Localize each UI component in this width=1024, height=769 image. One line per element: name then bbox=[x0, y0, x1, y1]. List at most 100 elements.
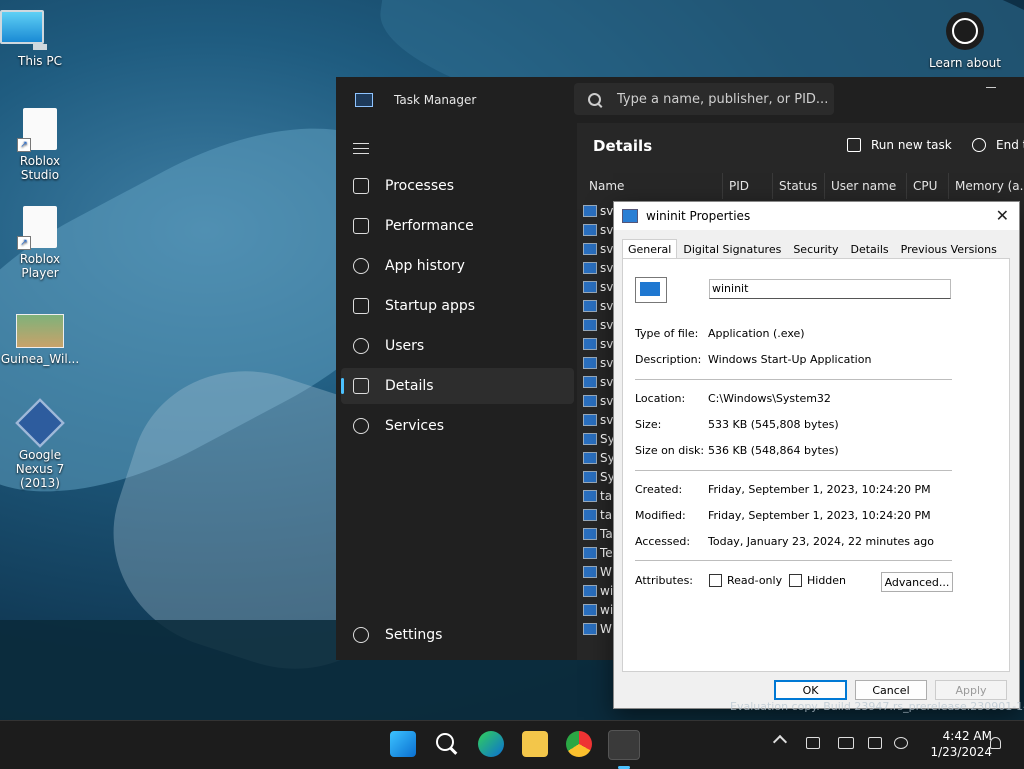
network-icon[interactable] bbox=[868, 737, 882, 749]
desktop-icon-roblox-studio[interactable]: ↗ Roblox Studio bbox=[0, 108, 80, 182]
type-value: Application (.exe) bbox=[708, 327, 805, 340]
process-name: sv bbox=[600, 279, 614, 294]
tab-security[interactable]: Security bbox=[787, 239, 844, 259]
process-icon bbox=[583, 622, 597, 635]
hidden-checkbox[interactable]: Hidden bbox=[789, 574, 846, 587]
tab-general[interactable]: General bbox=[622, 239, 678, 259]
process-icon bbox=[583, 527, 597, 540]
process-icon bbox=[583, 261, 597, 274]
end-task-label: End t bbox=[996, 138, 1024, 152]
volume-icon[interactable] bbox=[894, 737, 908, 749]
process-icon bbox=[583, 356, 597, 369]
process-icon bbox=[583, 584, 597, 597]
process-name: W bbox=[600, 564, 612, 579]
modified-value: Friday, September 1, 2023, 10:24:20 PM bbox=[708, 509, 931, 522]
cloud-icon[interactable] bbox=[806, 737, 820, 749]
sidebar-item-app-history[interactable]: App history bbox=[341, 248, 574, 284]
properties-dialog: wininit Properties ✕ General Digital Sig… bbox=[613, 201, 1020, 709]
tab-previous-versions[interactable]: Previous Versions bbox=[895, 239, 1003, 259]
search-input[interactable]: Type a name, publisher, or PID... bbox=[574, 83, 834, 115]
column-header-pid[interactable]: PID bbox=[723, 173, 773, 199]
size-value: 533 KB (545,808 bytes) bbox=[708, 418, 839, 431]
cancel-button[interactable]: Cancel bbox=[855, 680, 927, 700]
sidebar-item-details[interactable]: Details bbox=[341, 368, 574, 404]
column-header-memory[interactable]: Memory (a... bbox=[949, 173, 1024, 199]
desktop-icon-guinea[interactable]: Guinea_Wil... bbox=[0, 314, 80, 366]
column-header-status[interactable]: Status bbox=[773, 173, 825, 199]
close-icon[interactable]: ✕ bbox=[996, 206, 1009, 225]
file-icon bbox=[635, 277, 667, 303]
column-header-user-name[interactable]: User name bbox=[825, 173, 907, 199]
computer-icon bbox=[0, 10, 80, 50]
hamburger-menu-icon[interactable] bbox=[353, 143, 369, 155]
accessed-label: Accessed: bbox=[635, 535, 691, 548]
process-name: Ta bbox=[600, 526, 613, 541]
read-only-checkbox[interactable]: Read-only bbox=[709, 574, 782, 587]
size-on-disk-label: Size on disk: bbox=[635, 444, 705, 457]
page-title: Details bbox=[593, 137, 653, 155]
process-icon bbox=[583, 546, 597, 559]
process-icon bbox=[583, 603, 597, 616]
taskbar: 4:42 AM 1/23/2024 bbox=[0, 720, 1024, 769]
process-name: wi bbox=[600, 602, 614, 617]
process-icon bbox=[583, 394, 597, 407]
camera-icon bbox=[946, 12, 984, 50]
users-icon bbox=[353, 338, 369, 354]
general-panel: wininit Type of file: Application (.exe)… bbox=[622, 258, 1010, 672]
keyboard-icon[interactable] bbox=[838, 737, 854, 749]
sidebar-item-startup-apps[interactable]: Startup apps bbox=[341, 288, 574, 324]
divider bbox=[635, 560, 952, 561]
sidebar-item-services[interactable]: Services bbox=[341, 408, 574, 444]
chevron-up-icon[interactable] bbox=[772, 734, 788, 750]
notification-bell-icon[interactable] bbox=[990, 737, 1001, 749]
gear-icon bbox=[353, 627, 369, 643]
windows-start-icon[interactable] bbox=[390, 731, 416, 757]
sidebar-item-processes[interactable]: Processes bbox=[341, 168, 574, 204]
task-manager-taskbar-icon[interactable] bbox=[608, 730, 640, 769]
evaluation-watermark: Evaluation copy. Build 23947.rs_prerelea… bbox=[730, 700, 1024, 713]
desktop-icon-google-nexus[interactable]: Google Nexus 7 (2013) bbox=[0, 398, 80, 490]
end-task-button[interactable]: End t bbox=[972, 138, 1024, 152]
processes-icon bbox=[353, 178, 369, 194]
process-icon bbox=[583, 432, 597, 445]
sidebar-item-label: Processes bbox=[385, 178, 455, 194]
run-new-task-button[interactable]: Run new task bbox=[847, 138, 952, 152]
desktop-icon-roblox-player[interactable]: ↗ Roblox Player bbox=[0, 206, 80, 280]
document-icon: ↗ bbox=[17, 206, 57, 250]
sidebar-item-label: Performance bbox=[385, 218, 474, 234]
column-header-cpu[interactable]: CPU bbox=[907, 173, 949, 199]
process-name: sv bbox=[600, 412, 614, 427]
divider bbox=[635, 379, 952, 380]
sidebar-item-users[interactable]: Users bbox=[341, 328, 574, 364]
desktop-icon-this-pc[interactable]: This PC bbox=[0, 10, 80, 68]
edge-browser-icon[interactable] bbox=[478, 731, 504, 757]
column-header-name[interactable]: Name bbox=[577, 173, 723, 199]
process-name: sv bbox=[600, 336, 614, 351]
ok-button[interactable]: OK bbox=[774, 680, 847, 700]
read-only-label: Read-only bbox=[727, 574, 783, 587]
tab-details[interactable]: Details bbox=[845, 239, 895, 259]
image-icon bbox=[16, 314, 64, 348]
sidebar-item-performance[interactable]: Performance bbox=[341, 208, 574, 244]
process-name: sv bbox=[600, 317, 614, 332]
learn-about-button[interactable]: Learn about bbox=[920, 12, 1010, 70]
created-value: Friday, September 1, 2023, 10:24:20 PM bbox=[708, 483, 931, 496]
size-on-disk-value: 536 KB (548,864 bytes) bbox=[708, 444, 839, 457]
sidebar: Processes Performance App history Startu… bbox=[336, 123, 574, 660]
tab-digital-signatures[interactable]: Digital Signatures bbox=[677, 239, 787, 259]
apply-button[interactable]: Apply bbox=[935, 680, 1007, 700]
clock-date: 1/23/2024 bbox=[930, 745, 992, 759]
sidebar-item-settings[interactable]: Settings bbox=[341, 617, 574, 653]
process-name: sv bbox=[600, 241, 614, 256]
search-icon[interactable] bbox=[434, 731, 460, 757]
process-icon bbox=[583, 242, 597, 255]
process-icon bbox=[583, 565, 597, 578]
system-clock[interactable]: 4:42 AM 1/23/2024 bbox=[912, 728, 992, 760]
minimize-button[interactable] bbox=[986, 87, 996, 88]
file-name-field[interactable]: wininit bbox=[709, 279, 951, 299]
chrome-browser-icon[interactable] bbox=[566, 731, 592, 757]
advanced-button[interactable]: Advanced... bbox=[881, 572, 953, 592]
process-name: sv bbox=[600, 393, 614, 408]
file-explorer-icon[interactable] bbox=[522, 731, 548, 757]
run-new-task-label: Run new task bbox=[871, 138, 952, 152]
